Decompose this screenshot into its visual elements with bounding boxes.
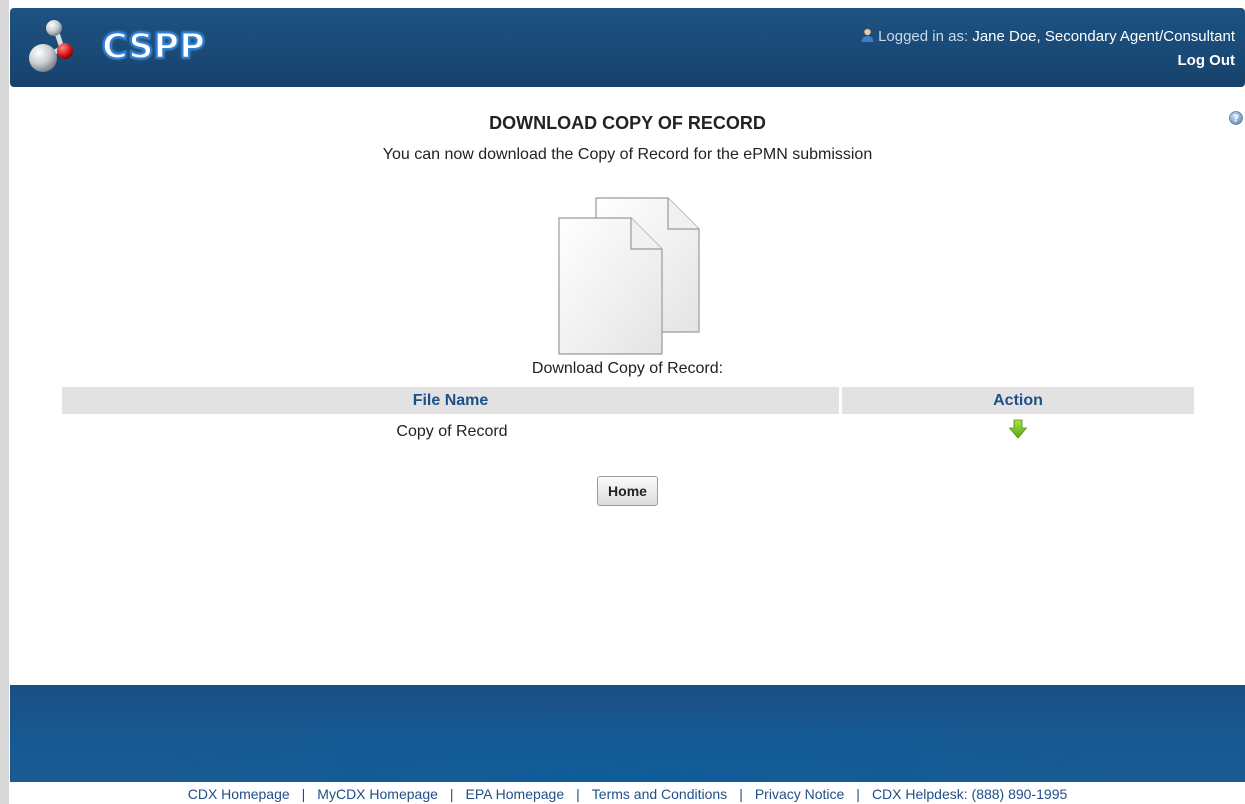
- header-bar: CSPP Logged in as: Jane Doe, Secondary A…: [10, 8, 1245, 87]
- files-table: File Name Action Copy of Record: [62, 387, 1194, 450]
- footer-link-mycdx-homepage[interactable]: MyCDX Homepage: [317, 786, 438, 802]
- footer-separator: |: [739, 786, 743, 802]
- left-border: [0, 0, 9, 804]
- logout-link[interactable]: Log Out: [861, 52, 1235, 69]
- page-title: DOWNLOAD COPY OF RECORD: [489, 113, 766, 133]
- column-header-file-name: File Name: [62, 387, 839, 414]
- molecule-icon: [29, 20, 73, 72]
- table-header: File Name Action: [62, 387, 1194, 414]
- logo-text: CSPP: [101, 26, 206, 68]
- footer-separator: |: [576, 786, 580, 802]
- footer-links: CDX Homepage | MyCDX Homepage | EPA Homepage…: [10, 786, 1245, 802]
- home-button[interactable]: Home: [597, 476, 658, 506]
- action-cell: [842, 414, 1194, 450]
- page-subtitle: You can now download the Copy of Record …: [382, 146, 873, 163]
- documents-icon: [558, 197, 700, 355]
- footer-separator: |: [301, 786, 306, 802]
- user-name: Jane Doe, Secondary Agent/Consultant: [972, 28, 1235, 45]
- user-info: Logged in as: Jane Doe, Secondary Agent/…: [861, 28, 1235, 69]
- column-header-action: Action: [842, 387, 1194, 414]
- logged-in-label: Logged in as:: [878, 28, 969, 45]
- footer-link-terms[interactable]: Terms and Conditions: [592, 786, 727, 802]
- table-row: Copy of Record: [62, 414, 1194, 450]
- file-name-cell: Copy of Record: [396, 423, 508, 440]
- footer-band: [10, 685, 1245, 782]
- footer-separator: |: [449, 786, 454, 802]
- footer-link-helpdesk[interactable]: CDX Helpdesk: (888) 890-1995: [872, 786, 1067, 802]
- footer-link-cdx-homepage[interactable]: CDX Homepage: [188, 786, 290, 802]
- footer-separator: |: [856, 786, 860, 802]
- user-icon: [861, 28, 874, 42]
- footer-link-epa-homepage[interactable]: EPA Homepage: [466, 786, 565, 802]
- download-arrow-icon[interactable]: [1009, 419, 1027, 439]
- download-label: Download Copy of Record:: [531, 360, 724, 377]
- footer-link-privacy[interactable]: Privacy Notice: [755, 786, 844, 802]
- cspp-logo[interactable]: CSPP: [24, 16, 214, 76]
